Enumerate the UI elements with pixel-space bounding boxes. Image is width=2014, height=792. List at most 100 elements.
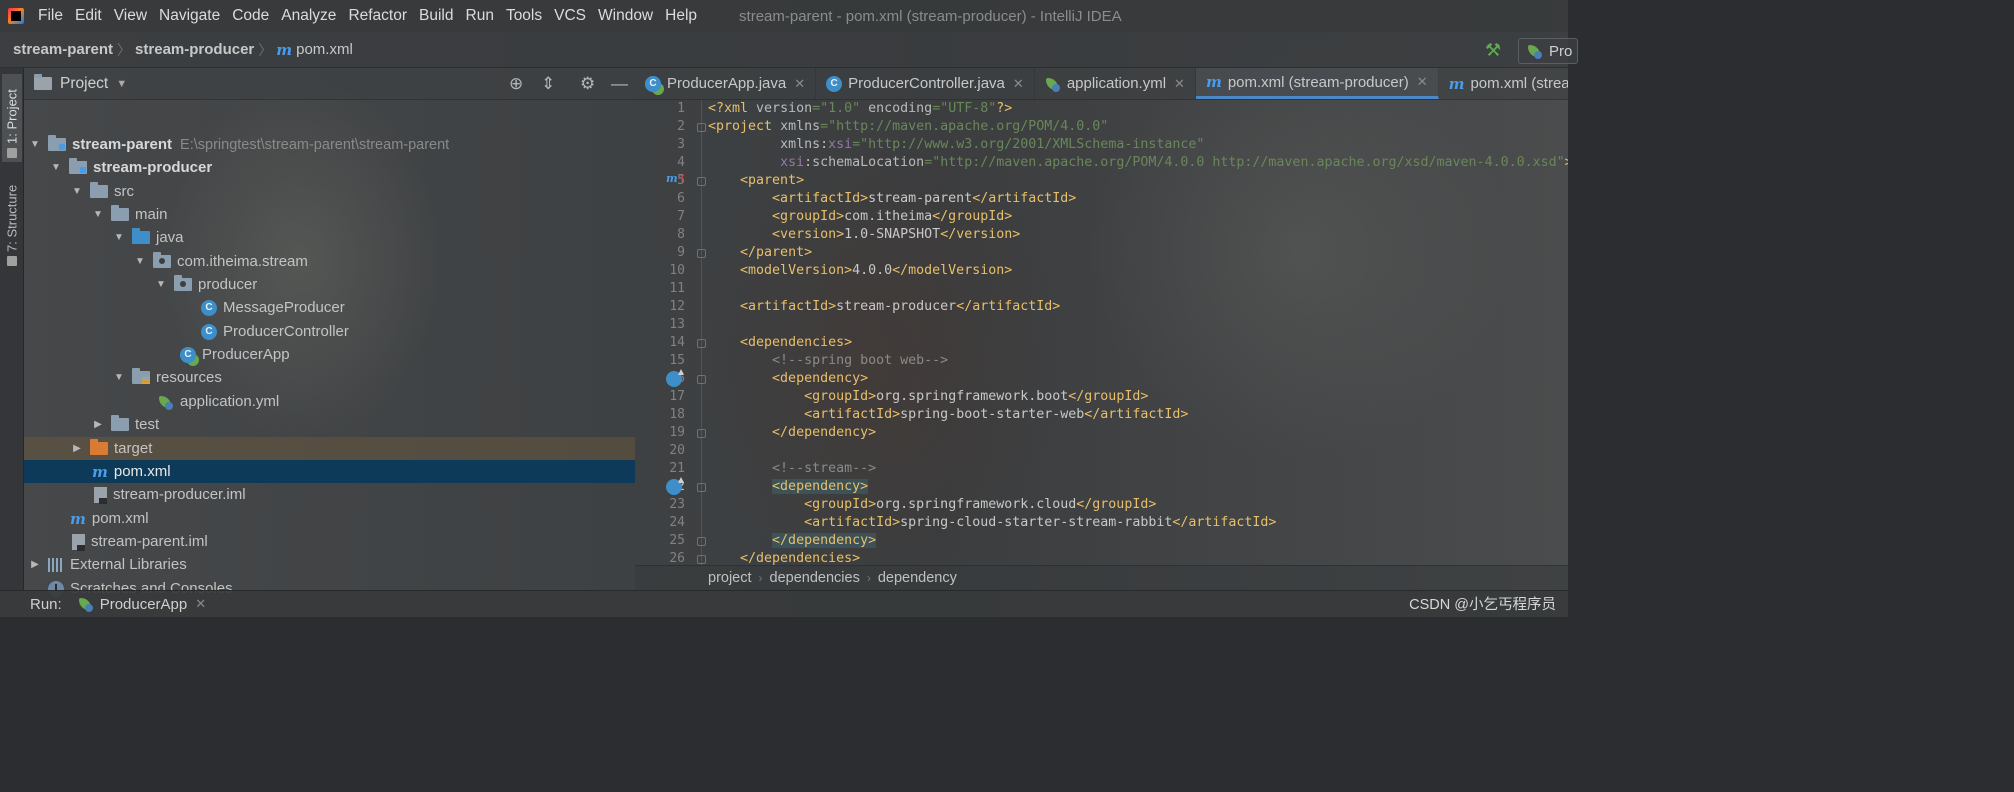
menu-view[interactable]: View (108, 7, 153, 25)
tree-item-test[interactable]: ▶ test (24, 413, 635, 436)
build-hammer-icon[interactable]: ⚒ (1485, 40, 1501, 61)
expand-arrow-icon[interactable]: ▼ (28, 139, 42, 150)
caret-down-icon[interactable]: ▼ (116, 78, 127, 90)
tree-item-label: target (114, 440, 153, 457)
tree-item-stream-parent-iml[interactable]: stream-parent.iml (24, 530, 635, 553)
menu-code[interactable]: Code (226, 7, 275, 25)
tree-item-target[interactable]: ▶ target (24, 437, 635, 460)
close-icon[interactable]: ✕ (794, 76, 805, 92)
tab-producercontroller-java[interactable]: C ProducerController.java ✕ (816, 68, 1035, 99)
structure-tool-tab[interactable]: 7: Structure (2, 174, 22, 270)
chevron-right-icon: › (758, 571, 763, 585)
run-tab-producerapp[interactable]: ProducerApp ✕ (78, 596, 206, 613)
expand-arrow-icon[interactable]: ▼ (133, 256, 147, 267)
menu-bar: File Edit View Navigate Code Analyze Ref… (0, 0, 1568, 32)
menu-navigate[interactable]: Navigate (153, 7, 226, 25)
menu-help[interactable]: Help (659, 7, 703, 25)
tree-item-producer[interactable]: ▼ producer (24, 273, 635, 296)
tree-item-label: main (135, 206, 168, 223)
code-area[interactable]: <?xml version="1.0" encoding="UTF-8"?> <… (708, 100, 1568, 565)
run-configuration-selector[interactable]: Pro (1518, 38, 1578, 64)
editor-breadcrumb: project › dependencies › dependency (635, 565, 1568, 590)
close-icon[interactable]: ✕ (1174, 76, 1185, 92)
tab-application-yml[interactable]: application.yml ✕ (1035, 68, 1196, 99)
close-icon[interactable]: ✕ (1417, 74, 1428, 90)
tree-item-messageproducer[interactable]: C MessageProducer (24, 296, 635, 319)
tree-item-producercontroller[interactable]: C ProducerController (24, 320, 635, 343)
tree-item-pom-xml-producer[interactable]: m pom.xml (24, 460, 635, 483)
tree-item-external-libraries[interactable]: ▶ External Libraries (24, 553, 635, 576)
project-view-selector[interactable]: Project (60, 75, 108, 93)
editor-crumb-dependencies[interactable]: dependencies (770, 570, 860, 586)
collapsed-arrow-icon[interactable]: ▶ (91, 419, 105, 430)
chevron-right-icon: 〉 (258, 41, 273, 58)
code-line-25: </dependency> (772, 533, 877, 548)
tree-item-resources[interactable]: ▼ resources (24, 366, 635, 389)
tree-item-stream-producer-iml[interactable]: stream-producer.iml (24, 483, 635, 506)
tree-item-stream-producer[interactable]: ▼ stream-producer (24, 156, 635, 179)
line-number: 17 (669, 389, 685, 404)
structure-icon (7, 256, 17, 266)
close-icon[interactable]: ✕ (195, 596, 206, 612)
tree-item-java[interactable]: ▼ java (24, 226, 635, 249)
maven-parent-icon[interactable]: m (666, 172, 687, 185)
tree-item-producerapp[interactable]: C ProducerApp (24, 343, 635, 366)
expand-arrow-icon[interactable]: ▼ (154, 279, 168, 290)
nav-crumb-stream-parent[interactable]: stream-parent (0, 41, 113, 58)
tree-item-main[interactable]: ▼ main (24, 203, 635, 226)
menu-refactor[interactable]: Refactor (342, 7, 413, 25)
tree-item-pom-xml-parent[interactable]: m pom.xml (24, 507, 635, 530)
tree-item-label: test (135, 416, 160, 433)
menu-tools[interactable]: Tools (500, 7, 548, 25)
expand-arrow-icon[interactable]: ▼ (112, 232, 126, 243)
nav-crumb-stream-producer[interactable]: stream-producer (135, 41, 254, 58)
nav-crumb-pom-xml[interactable]: pom.xml (296, 41, 353, 58)
code-line-18: <artifactId>spring-boot-starter-web</art… (804, 407, 1189, 422)
expand-arrow-icon[interactable]: ▼ (49, 162, 63, 173)
locate-target-icon[interactable]: ⊕ (509, 74, 523, 94)
tree-item-com-itheima-stream[interactable]: ▼ com.itheima.stream (24, 250, 635, 273)
spring-boot-class-icon: C (645, 75, 661, 92)
project-tool-tab[interactable]: 1: Project (2, 74, 22, 162)
run-tool-bar: Run: ProducerApp ✕ (0, 590, 1568, 617)
overridden-dependency-icon[interactable] (666, 477, 684, 495)
expand-arrow-icon[interactable]: ▼ (91, 209, 105, 220)
tree-item-label: stream-producer (93, 159, 213, 176)
tree-item-application-yml[interactable]: application.yml (24, 390, 635, 413)
tab-producerapp-java[interactable]: C ProducerApp.java ✕ (635, 68, 817, 99)
editor-crumb-dependency[interactable]: dependency (878, 570, 957, 586)
gear-icon[interactable]: ⚙ (580, 74, 595, 94)
iml-file-icon (94, 486, 107, 504)
menu-edit[interactable]: Edit (69, 7, 108, 25)
spring-boot-class-icon: C (180, 346, 196, 363)
tree-item-src[interactable]: ▼ src (24, 180, 635, 203)
module-folder-icon (48, 135, 66, 151)
code-line-22: <dependency> (772, 479, 869, 494)
expand-arrow-icon[interactable]: ▼ (112, 372, 126, 383)
menu-analyze[interactable]: Analyze (275, 7, 342, 25)
tree-item-label: ProducerApp (202, 346, 290, 363)
close-icon[interactable]: ✕ (1013, 76, 1024, 92)
editor-gutter: 12345m6789101112131415161718192021222324… (635, 100, 707, 566)
menu-window[interactable]: Window (592, 7, 659, 25)
tree-item-stream-parent[interactable]: ▼ stream-parent E:\springtest\stream-par… (24, 133, 635, 156)
tab-pom-xml-stream-producer[interactable]: m pom.xml (stream-producer) ✕ (1195, 68, 1439, 99)
tab-label: application.yml (1066, 75, 1167, 92)
code-line-4: xsi:schemaLocation="http://maven.apache.… (780, 155, 1568, 170)
line-number: 21 (669, 461, 685, 476)
menu-run[interactable]: Run (460, 7, 500, 25)
menu-build[interactable]: Build (413, 7, 459, 25)
collapsed-arrow-icon[interactable]: ▶ (70, 443, 84, 454)
structure-tool-tab-label: 7: Structure (4, 184, 20, 252)
overridden-dependency-icon[interactable] (666, 369, 684, 387)
menu-vcs[interactable]: VCS (548, 7, 592, 25)
collapse-all-icon[interactable]: ⇕ (541, 74, 555, 94)
hide-panel-icon[interactable]: — (611, 74, 628, 94)
collapsed-arrow-icon[interactable]: ▶ (28, 559, 42, 570)
expand-arrow-icon[interactable]: ▼ (70, 186, 84, 197)
folder-icon (111, 205, 129, 221)
tab-pom-xml-stream-parent[interactable]: m pom.xml (stream (1439, 68, 1568, 99)
line-number: 25 (669, 533, 685, 548)
menu-file[interactable]: File (32, 7, 69, 25)
editor-crumb-project[interactable]: project (708, 570, 752, 586)
